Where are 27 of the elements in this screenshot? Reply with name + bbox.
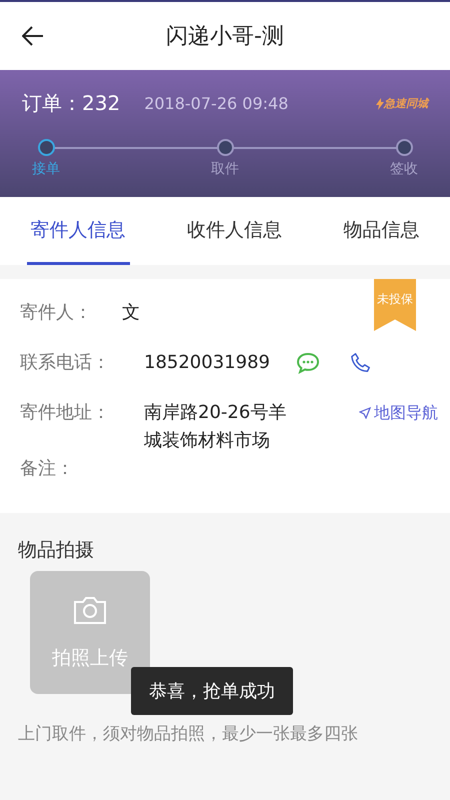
hint-text: 上门取件，须对物品拍照，最少一张最多四张: [18, 723, 359, 746]
step-label: 签收: [390, 160, 418, 178]
navigation-arrow-icon: [359, 407, 371, 419]
field-value: 18520031989: [144, 351, 270, 375]
page-title: 闪递小哥-测: [166, 23, 284, 51]
order-number: 订单：232: [22, 90, 120, 117]
field-value: 南岸路20-26号羊城装饰材料市场: [144, 401, 288, 453]
field-label: 备注：: [20, 457, 75, 481]
order-time: 2018-07-26 09:48: [144, 94, 288, 113]
chat-icon[interactable]: [296, 352, 320, 374]
camera-icon: [73, 594, 107, 624]
step-label: 取件: [211, 160, 239, 178]
map-navigation-link[interactable]: 地图导航: [359, 399, 438, 427]
step-label: 接单: [32, 160, 60, 178]
tab[interactable]: 收件人信息: [182, 197, 286, 265]
brand-logo: 急速同城: [376, 96, 428, 111]
tab[interactable]: 寄件人信息: [26, 197, 130, 265]
insurance-ribbon: 未投保: [374, 279, 416, 331]
field-label: 寄件地址：: [20, 401, 111, 425]
section-title: 物品拍摄: [18, 538, 95, 563]
tab[interactable]: 物品信息: [339, 197, 424, 265]
toast-message: 恭喜，抢单成功: [131, 667, 293, 715]
field-value: 文: [122, 301, 140, 325]
phone-icon[interactable]: [350, 352, 372, 374]
field-label: 联系电话：: [20, 351, 111, 375]
back-arrow-icon[interactable]: [22, 26, 44, 46]
field-label: 寄件人：: [20, 301, 93, 325]
